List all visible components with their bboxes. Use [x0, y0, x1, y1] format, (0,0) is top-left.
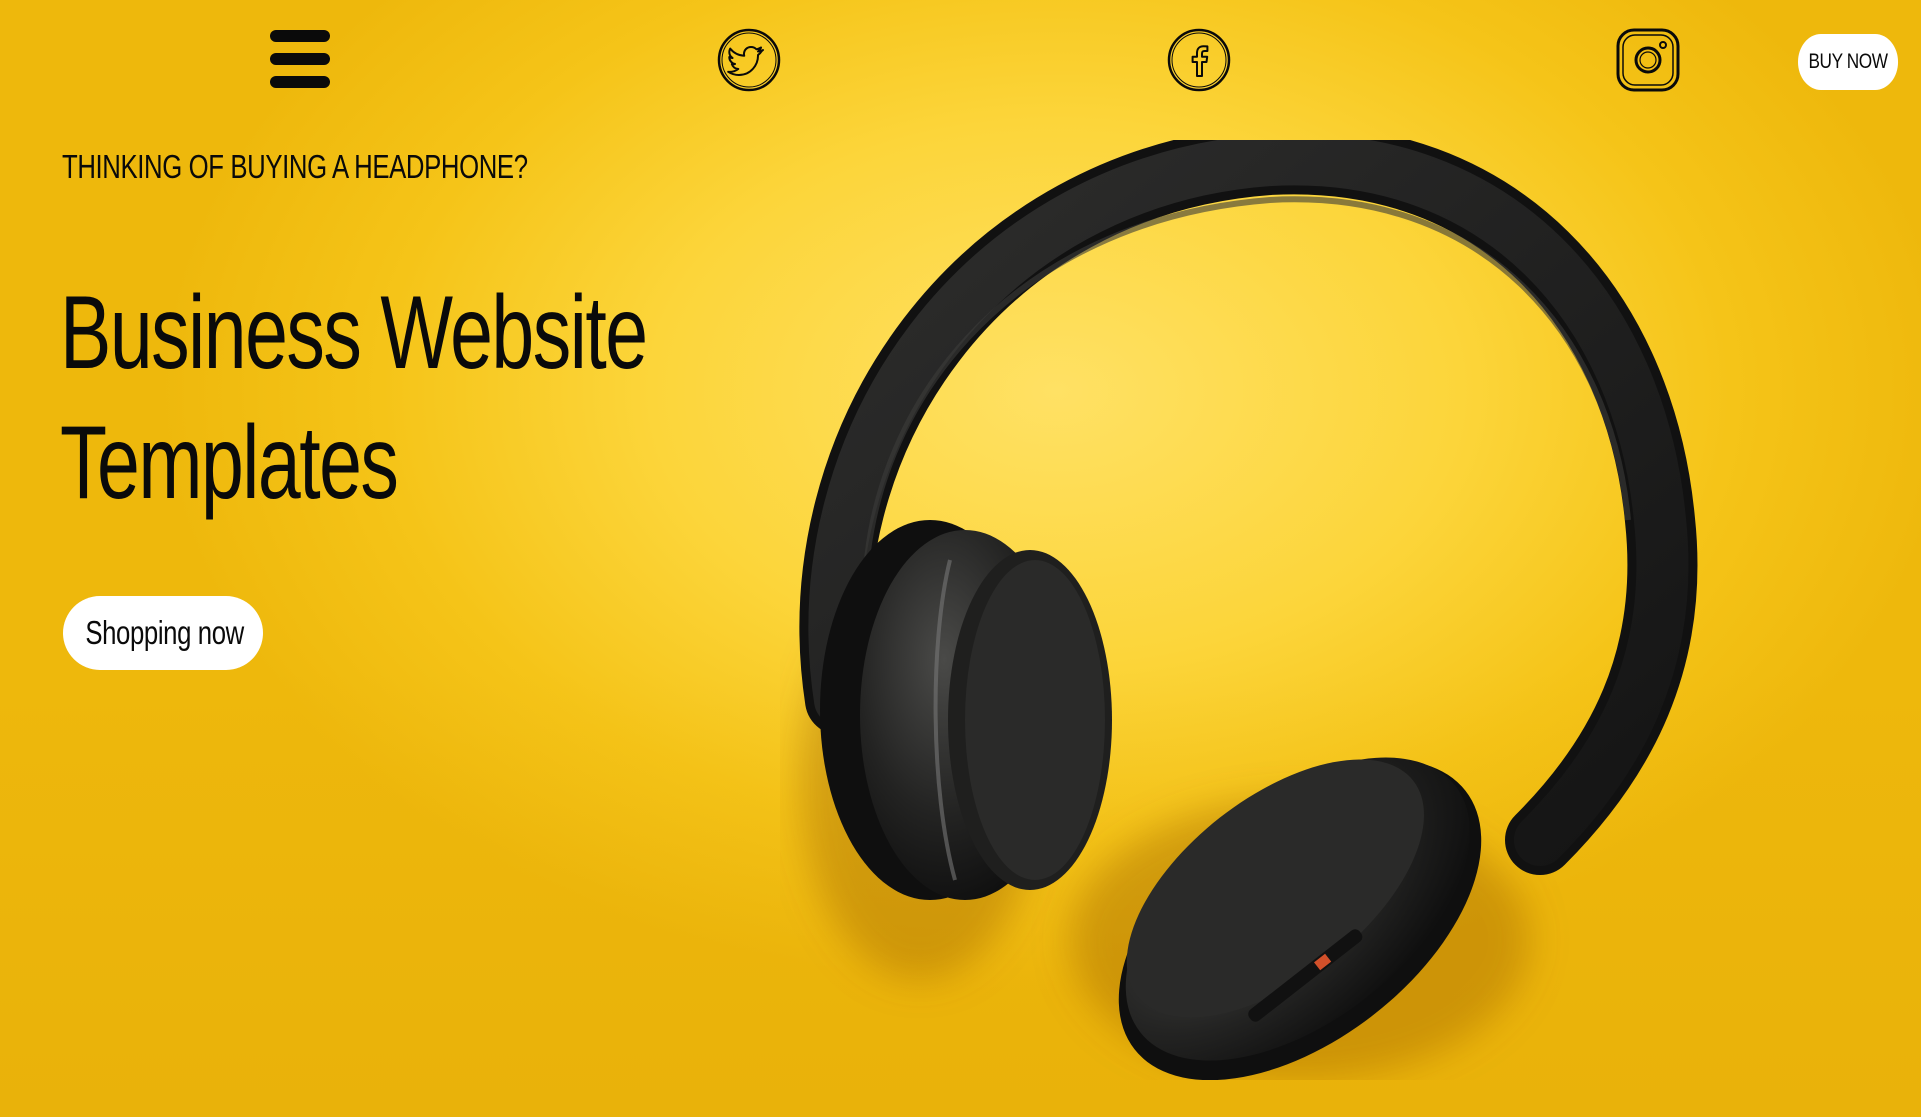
instagram-icon[interactable] — [1616, 28, 1680, 92]
twitter-icon[interactable] — [717, 28, 781, 92]
hero-eyebrow: THINKING OF BUYING A HEADPHONE? — [62, 148, 528, 185]
headline-line-2: Templates — [60, 405, 399, 521]
hamburger-menu-icon[interactable] — [268, 28, 332, 90]
headline-line-1: Business Website — [60, 275, 648, 391]
hero-headline: Business Website Templates — [60, 268, 648, 528]
headphone-image — [799, 140, 1698, 1080]
shopping-now-label: Shopping now — [85, 614, 244, 651]
facebook-icon[interactable] — [1167, 28, 1231, 92]
shopping-now-button[interactable]: Shopping now — [63, 596, 263, 670]
buy-now-button[interactable]: BUY NOW — [1798, 34, 1899, 90]
hero-section: BUY NOW THINKING OF BUYING A HEADPHONE? … — [0, 0, 1921, 1117]
